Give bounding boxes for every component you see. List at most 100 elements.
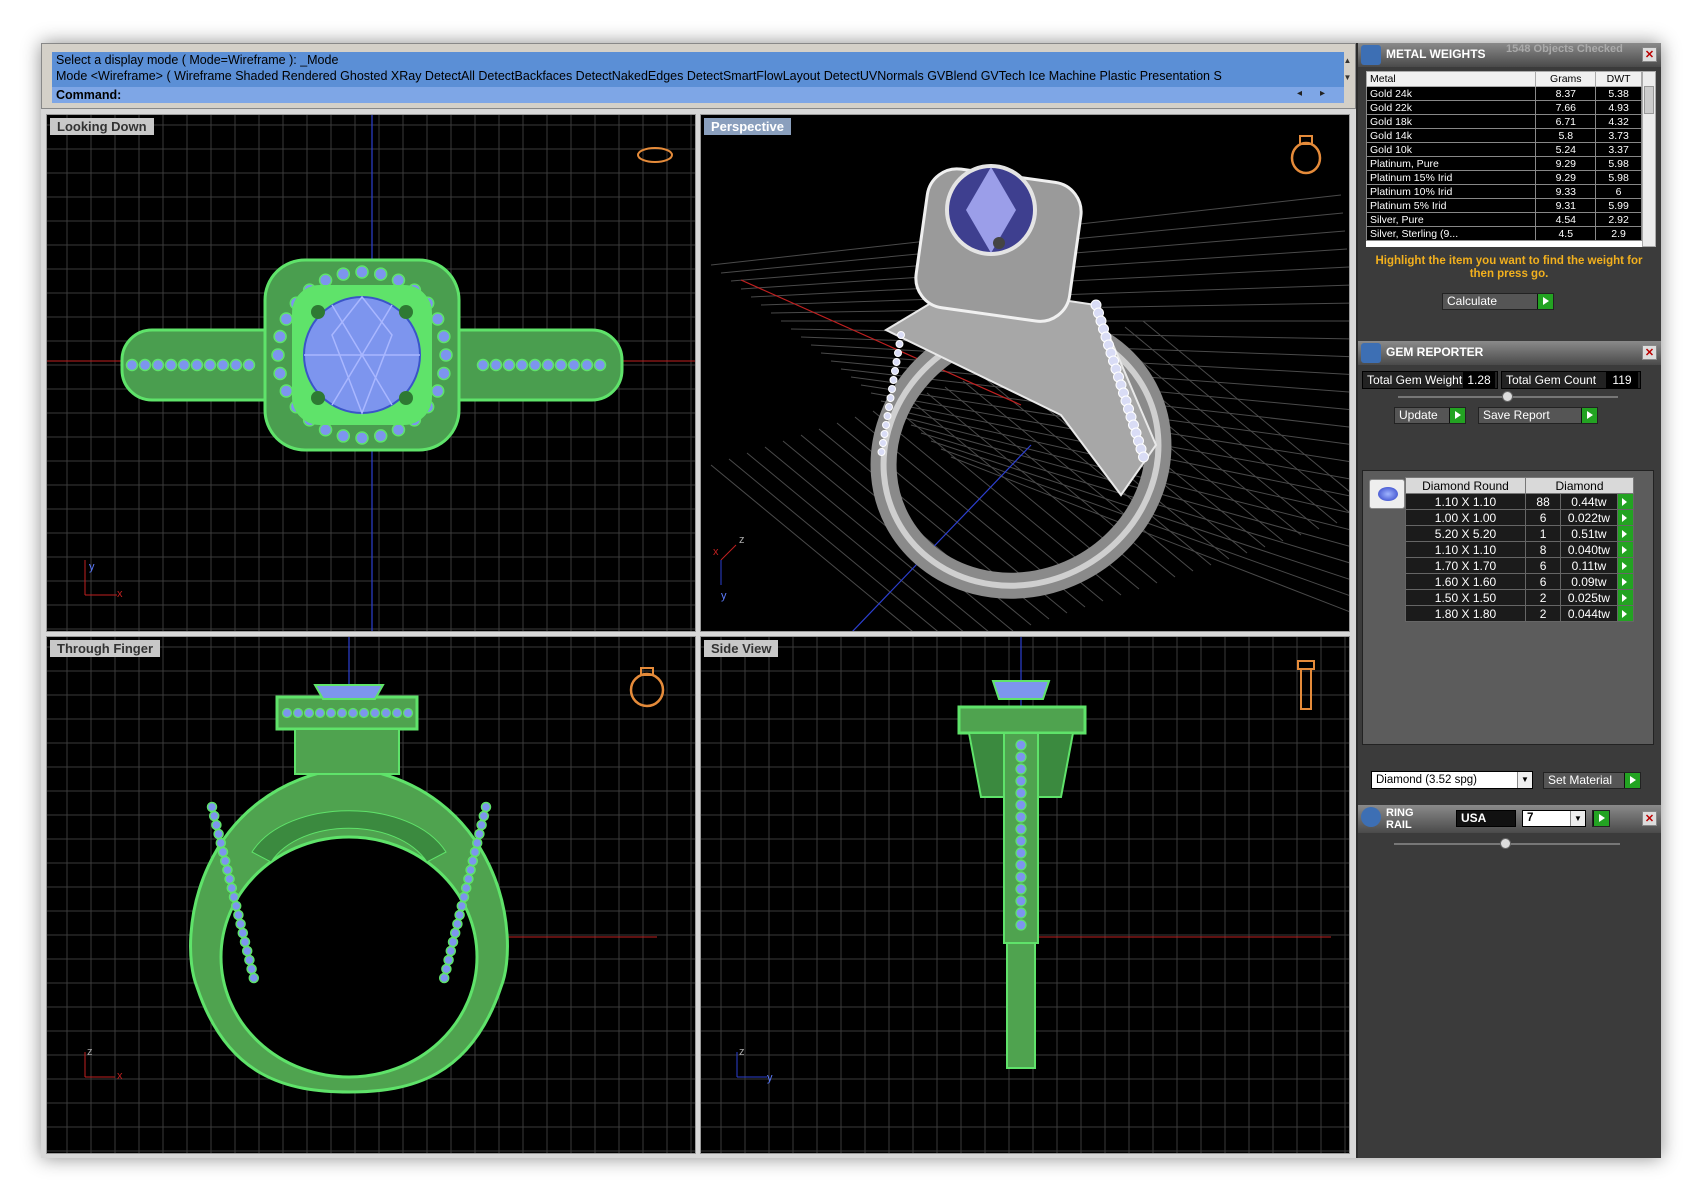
material-select[interactable]: Diamond (3.52 spg) ▼ (1371, 771, 1533, 789)
total-gem-count-label: Total Gem Count (1506, 373, 1597, 387)
command-prompt[interactable]: Command: (52, 87, 1344, 103)
go-arrow-icon[interactable] (1616, 589, 1635, 606)
metal-row[interactable]: Platinum 15% Irid 9.29 5.98 (1366, 170, 1642, 185)
go-arrow-icon[interactable] (1624, 773, 1640, 788)
column-header[interactable]: DWT (1595, 71, 1642, 87)
ring-size-select[interactable]: 7 ▼ (1522, 810, 1586, 827)
gem-reporter-splitter[interactable] (1398, 391, 1618, 402)
viewport-label[interactable]: Through Finger (50, 640, 161, 657)
go-arrow-icon[interactable] (1616, 493, 1635, 510)
gem-row[interactable]: 1.70 X 1.70 6 0.11tw (1405, 557, 1635, 574)
material-select-value: Diamond (3.52 spg) (1376, 774, 1477, 786)
viewport-label[interactable]: Side View (704, 640, 779, 657)
ring-rail-go-button[interactable] (1592, 810, 1610, 827)
command-history-line: Select a display mode ( Mode=Wireframe )… (56, 53, 339, 67)
go-arrow-icon[interactable] (1616, 525, 1635, 542)
metal-row[interactable]: Platinum 5% Irid 9.31 5.99 (1366, 198, 1642, 213)
viewport-looking-down[interactable]: Looking Down y x (46, 114, 696, 632)
ring-rail-icon (1361, 807, 1381, 827)
axis-label-z: z (87, 1046, 93, 1058)
gem-size: 1.80 X 1.80 (1405, 605, 1526, 622)
metal-row[interactable]: Gold 24k 8.37 5.38 (1366, 86, 1642, 101)
metal-weights-header: METAL WEIGHTS 1548 Objects Checked ✕ (1358, 43, 1661, 67)
column-header[interactable]: Metal (1366, 71, 1537, 87)
metal-row[interactable]: Platinum, Pure 9.29 5.98 (1366, 156, 1642, 171)
go-arrow-icon[interactable] (1616, 573, 1635, 590)
command-history[interactable]: Select a display mode ( Mode=Wireframe )… (52, 52, 1344, 103)
close-icon[interactable]: ✕ (1642, 345, 1657, 360)
diamond-round-icon[interactable] (1369, 479, 1405, 509)
close-icon[interactable]: ✕ (1642, 811, 1657, 826)
gem-row[interactable]: 1.60 X 1.60 6 0.09tw (1405, 573, 1635, 590)
gem-row[interactable]: 1.00 X 1.00 6 0.022tw (1405, 509, 1635, 526)
view-orientation-icon (629, 667, 665, 708)
metal-grams: 9.31 (1535, 198, 1597, 213)
gem-row[interactable]: 1.10 X 1.10 8 0.040tw (1405, 541, 1635, 558)
gem-weight: 0.022tw (1560, 509, 1618, 526)
viewport-through-finger[interactable]: Through Finger z x (46, 636, 696, 1154)
gem-count: 8 (1524, 541, 1562, 558)
ring-rail-slider[interactable] (1394, 838, 1620, 849)
close-icon[interactable]: ✕ (1642, 47, 1657, 62)
metal-row[interactable]: Gold 22k 7.66 4.93 (1366, 100, 1642, 115)
metal-name: Gold 10k (1366, 142, 1537, 157)
ring-rail-region[interactable]: USA (1456, 810, 1516, 827)
metal-dwt: 2.9 (1595, 226, 1642, 241)
metal-name: Platinum 10% Irid (1366, 184, 1537, 199)
column-header: Diamond (1525, 477, 1634, 494)
go-arrow-icon[interactable] (1616, 605, 1635, 622)
calculate-label: Calculate (1447, 294, 1498, 308)
viewport-label[interactable]: Looking Down (50, 118, 154, 135)
through-finger-canvas: z x (47, 637, 695, 1153)
metal-weights-instructions: Highlight the item you want to find the … (1375, 255, 1643, 280)
column-header[interactable]: Grams (1535, 71, 1597, 87)
side-view-canvas: z y (701, 637, 1349, 1153)
go-arrow-icon[interactable] (1537, 294, 1553, 309)
viewport-perspective[interactable]: Perspective x z y (700, 114, 1350, 632)
total-gem-weight-value: 1.28 (1463, 372, 1495, 388)
metal-table-scrollbar[interactable] (1642, 71, 1656, 247)
viewport-label[interactable]: Perspective (704, 118, 791, 135)
gem-size: 1.70 X 1.70 (1405, 557, 1526, 574)
chevron-down-icon[interactable]: ▼ (1570, 811, 1585, 826)
save-report-button[interactable]: Save Report (1478, 407, 1598, 424)
go-arrow-icon[interactable] (1581, 408, 1597, 423)
command-area: Select a display mode ( Mode=Wireframe )… (41, 43, 1356, 109)
gem-size: 1.10 X 1.10 (1405, 493, 1526, 510)
gem-size: 1.10 X 1.10 (1405, 541, 1526, 558)
gem-count: 6 (1524, 509, 1562, 526)
metal-name: Silver, Pure (1366, 212, 1537, 227)
metal-row[interactable]: Silver, Sterling (9... 4.5 2.9 (1366, 226, 1642, 241)
gem-row[interactable]: 1.80 X 1.80 2 0.044tw (1405, 605, 1635, 622)
go-arrow-icon[interactable] (1616, 509, 1635, 526)
command-nav-arrows[interactable]: ◂▸ (1297, 88, 1343, 99)
gem-row[interactable]: 1.50 X 1.50 2 0.025tw (1405, 589, 1635, 606)
viewport-side-view[interactable]: Side View z y (700, 636, 1350, 1154)
calculate-button[interactable]: Calculate (1442, 293, 1554, 310)
metal-row[interactable]: Platinum 10% Irid 9.33 6 (1366, 184, 1642, 199)
gem-table[interactable]: Diamond Round Diamond 1.10 X 1.10 88 0.44t… (1405, 477, 1635, 622)
chevron-down-icon[interactable]: ▼ (1517, 772, 1532, 788)
gem-row[interactable]: 5.20 X 5.20 1 0.51tw (1405, 525, 1635, 542)
go-arrow-icon[interactable] (1593, 811, 1609, 826)
axis-label-z: z (739, 1046, 745, 1058)
metal-name: Gold 22k (1366, 100, 1537, 115)
update-button[interactable]: Update (1394, 407, 1466, 424)
metal-row[interactable]: Gold 14k 5.8 3.73 (1366, 128, 1642, 143)
metal-row[interactable]: Silver, Pure 4.54 2.92 (1366, 212, 1642, 227)
gem-weight: 0.040tw (1560, 541, 1618, 558)
metal-row[interactable]: Gold 18k 6.71 4.32 (1366, 114, 1642, 129)
metal-dwt: 3.37 (1595, 142, 1642, 157)
metal-weights-table[interactable]: Metal Grams DWT Gold 24k 8.37 5.38 Gold 22k… (1366, 71, 1642, 247)
metal-row[interactable]: Gold 10k 5.24 3.37 (1366, 142, 1642, 157)
gem-row[interactable]: 1.10 X 1.10 88 0.44tw (1405, 493, 1635, 510)
command-options-line[interactable]: Mode <Wireframe> ( Wireframe Shaded Rend… (56, 69, 1336, 84)
go-arrow-icon[interactable] (1616, 557, 1635, 574)
total-gem-count-field: Total Gem Count 119 (1501, 371, 1641, 389)
set-material-button[interactable]: Set Material (1543, 772, 1641, 789)
go-arrow-icon[interactable] (1616, 541, 1635, 558)
metal-grams: 9.29 (1535, 170, 1597, 185)
go-arrow-icon[interactable] (1449, 408, 1465, 423)
command-scrollbar[interactable]: ▲ ▼ (1342, 52, 1353, 86)
metal-dwt: 3.73 (1595, 128, 1642, 143)
